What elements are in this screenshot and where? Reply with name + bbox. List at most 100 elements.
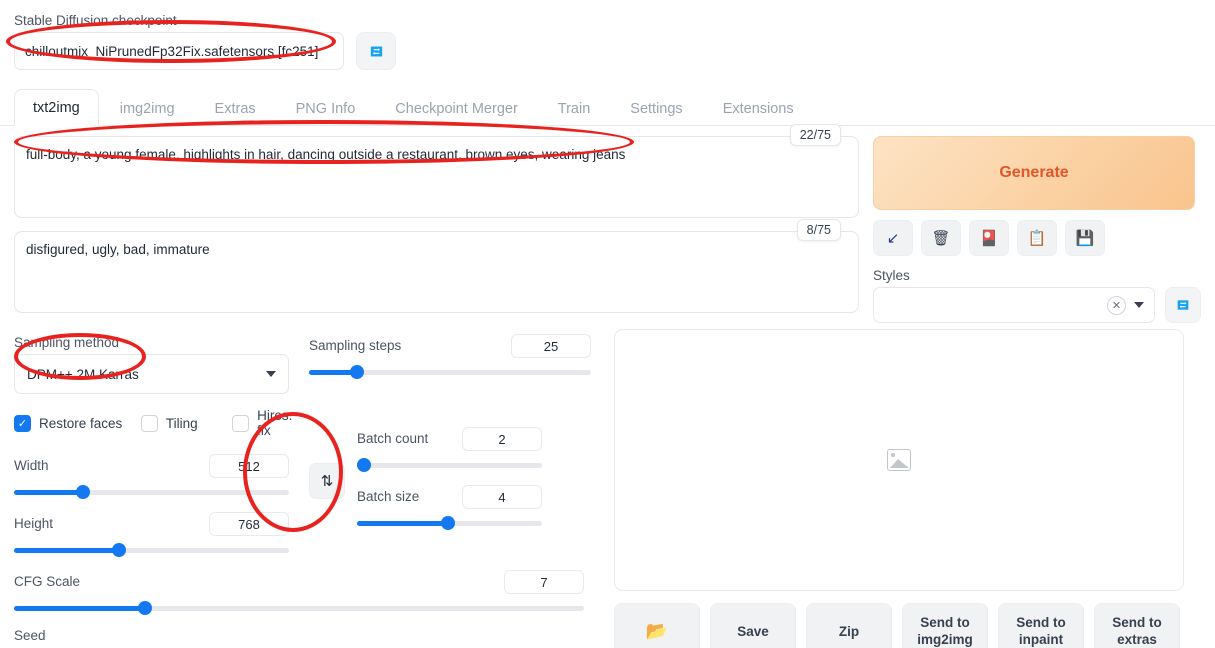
negative-prompt-wrapper: 8/75 [14,231,859,318]
slider-knob[interactable] [350,365,364,379]
image-gallery[interactable] [614,329,1184,591]
batch-size-header: Batch size 4 [357,485,542,509]
clear-prompt-button[interactable]: 🗑 [921,220,961,256]
save-style-button[interactable]: 💾 [1065,220,1105,256]
swap-dimensions-button[interactable]: ⇅ [309,463,345,499]
hires-fix-label: Hires. fix [257,408,309,438]
checkbox-icon: ✓ [14,415,31,432]
clear-styles-icon[interactable]: ✕ [1107,296,1126,315]
checkpoint-label: Stable Diffusion checkpoint [14,12,344,29]
trash-icon: 🗑 [931,231,950,246]
sampling-steps-label: Sampling steps [309,337,401,355]
sampling-method-value: DPM++ 2M Karras [27,367,139,382]
batch-count-slider[interactable] [357,458,542,472]
sampling-method-select[interactable]: DPM++ 2M Karras [14,354,289,394]
width-value[interactable]: 512 [209,454,289,478]
checkpoint-field: Stable Diffusion checkpoint chilloutmix_… [14,12,344,70]
main-tabbar: txt2img img2img Extras PNG Info Checkpoi… [0,88,1215,126]
settings-column-left: Sampling method DPM++ 2M Karras ✓ Restor… [14,334,309,648]
tab-png-info[interactable]: PNG Info [277,90,375,126]
tab-extras[interactable]: Extras [196,90,275,126]
slider-fill [14,548,119,553]
hires-fix-toggle[interactable]: Hires. fix [232,408,309,438]
tab-extensions[interactable]: Extensions [704,90,813,126]
width-control: Width 512 [14,454,289,499]
chevron-down-icon [1134,302,1144,308]
batch-size-value[interactable]: 4 [462,485,542,509]
slider-knob[interactable] [357,458,371,472]
restore-faces-toggle[interactable]: ✓ Restore faces [14,415,141,432]
send-to-inpaint-button[interactable]: Send to inpaint [998,603,1084,648]
prompt-input[interactable] [14,136,859,218]
send-to-extras-button[interactable]: Send to extras [1094,603,1180,648]
slider-fill [357,521,448,526]
height-value[interactable]: 768 [209,512,289,536]
show-extra-networks-button[interactable]: 🎴 [969,220,1009,256]
tab-txt2img[interactable]: txt2img [14,89,99,126]
tiling-label: Tiling [166,416,198,431]
tab-checkpoint-merger[interactable]: Checkpoint Merger [376,90,537,126]
toggles-row: ✓ Restore faces Tiling Hires. fix [14,408,309,438]
slider-knob[interactable] [138,601,152,615]
app-root: Stable Diffusion checkpoint chilloutmix_… [0,0,1215,648]
cfg-scale-slider[interactable] [14,601,584,615]
slider-knob[interactable] [112,543,126,557]
batch-size-slider[interactable] [357,516,542,530]
sampling-steps-value[interactable]: 25 [511,334,591,358]
result-buttons-row: 📂 Save Zip Send to img2img Send to inpai… [614,603,1184,648]
tab-img2img[interactable]: img2img [101,90,194,126]
image-placeholder-icon [887,449,911,471]
cfg-scale-label: CFG Scale [14,573,80,591]
batch-count-value[interactable]: 2 [462,427,542,451]
folder-icon: 📂 [646,623,668,640]
slider-knob[interactable] [441,516,455,530]
checkbox-icon [141,415,158,432]
results-panel: 📂 Save Zip Send to img2img Send to inpai… [614,325,1184,648]
width-header: Width 512 [14,454,289,478]
height-slider[interactable] [14,543,289,557]
steps-header: Sampling steps 25 [309,334,591,358]
slider-knob[interactable] [76,485,90,499]
styles-row: ✕ [873,287,1203,323]
sampling-steps-control: Sampling steps 25 [309,334,591,379]
width-label: Width [14,457,49,475]
tab-settings[interactable]: Settings [611,90,701,126]
prompt-token-counter: 22/75 [790,124,841,146]
negative-prompt-input[interactable] [14,231,859,313]
restore-progress-button[interactable]: ↙ [873,220,913,256]
restore-faces-label: Restore faces [39,416,122,431]
slider-track [357,463,542,468]
clipboard-icon: 📋 [1028,231,1047,246]
tab-train[interactable]: Train [539,90,610,126]
batch-count-header: Batch count 2 [357,427,542,451]
height-header: Height 768 [14,512,289,536]
sampling-method-label: Sampling method [14,334,309,352]
generate-button[interactable]: Generate [873,136,1195,210]
swap-arrows-icon: ⇅ [321,472,334,490]
tiling-toggle[interactable]: Tiling [141,415,232,432]
batch-count-label: Batch count [357,430,428,448]
batch-size-label: Batch size [357,488,419,506]
open-folder-button[interactable]: 📂 [614,603,700,648]
save-button[interactable]: Save [710,603,796,648]
styles-dropdown[interactable]: ✕ [873,287,1155,323]
checkpoint-value: chilloutmix_NiPrunedFp32Fix.safetensors … [25,44,318,59]
refresh-styles-button[interactable] [1165,287,1201,323]
prompt-wrapper: 22/75 [14,136,859,223]
checkpoint-row: Stable Diffusion checkpoint chilloutmix_… [0,0,1215,70]
checkpoint-dropdown[interactable]: chilloutmix_NiPrunedFp32Fix.safetensors … [14,32,344,70]
apply-style-button[interactable]: 📋 [1017,220,1057,256]
art-card-icon: 🎴 [980,231,999,246]
slider-fill [14,606,145,611]
chevron-down-icon [266,371,276,377]
prompt-tools-row: ↙ 🗑 🎴 📋 💾 [873,220,1203,256]
sampling-steps-slider[interactable] [309,365,591,379]
refresh-checkpoints-button[interactable] [356,32,396,70]
send-to-img2img-button[interactable]: Send to img2img [902,603,988,648]
floppy-save-icon: 💾 [1076,231,1095,246]
batch-controls: Batch count 2 Batch size 4 [357,427,542,530]
zip-button[interactable]: Zip [806,603,892,648]
arrow-into-corner-icon: ↙ [887,231,900,246]
width-slider[interactable] [14,485,289,499]
slider-fill [14,490,83,495]
